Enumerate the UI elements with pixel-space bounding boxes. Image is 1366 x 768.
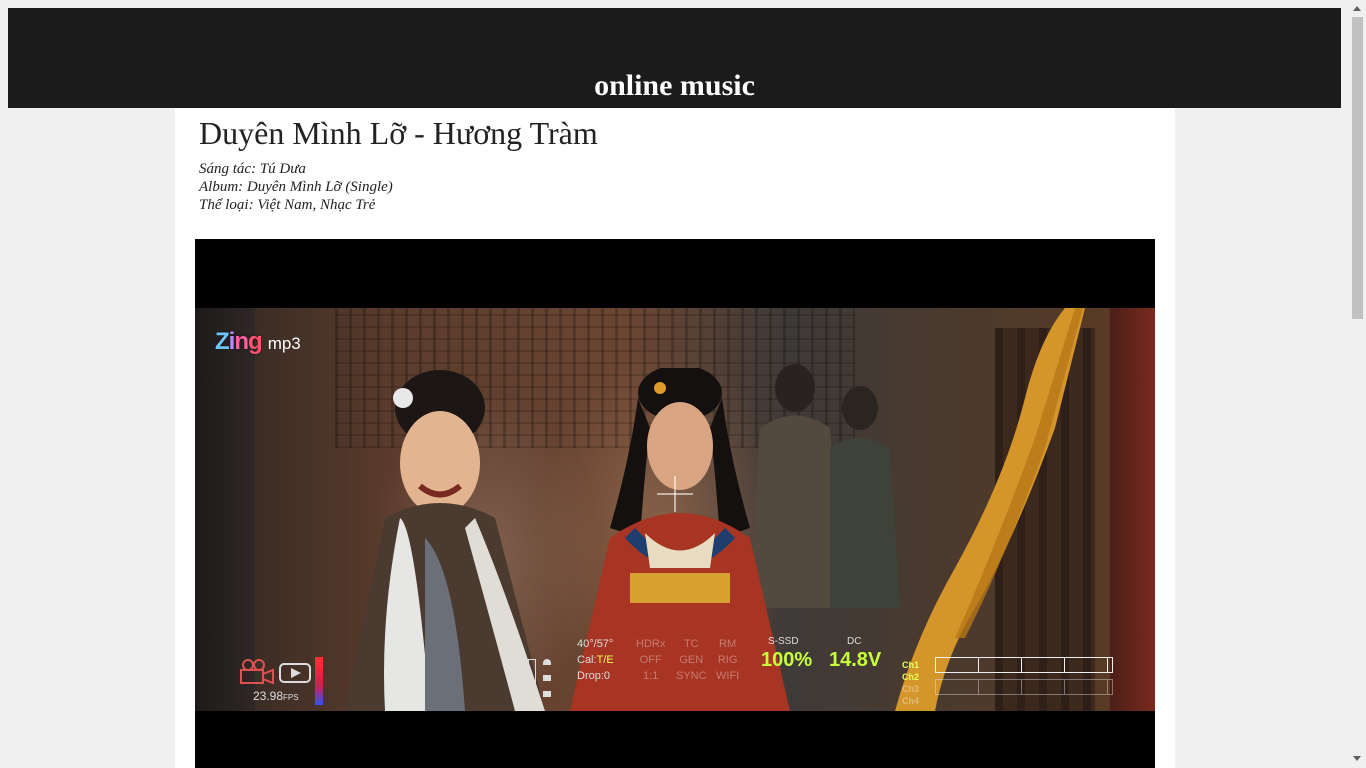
main-content: Duyên Mình Lỡ - Hương Tràm Sáng tác: Tú … — [175, 108, 1175, 768]
camera-hud-overlay: 23.98FPS 40°/57° Cal:T/E Drop:0 HDRx OFF… — [195, 636, 1155, 711]
song-title: Duyên Mình Lỡ - Hương Tràm — [199, 115, 598, 151]
hud-remote: RM RIG WIFI — [716, 638, 740, 682]
hud-storage-label: S-SSD — [768, 636, 799, 647]
hud-level-bar — [528, 659, 536, 707]
logo-brand: Zing — [215, 328, 263, 356]
audio-meter — [315, 657, 323, 705]
scroll-up-arrow-icon[interactable] — [1353, 6, 1361, 11]
logo-letter: n — [234, 328, 249, 355]
song-genre: Thể loại: Việt Nam, Nhạc Trẻ — [199, 197, 376, 213]
hud-timecode: TC GEN SYNC — [676, 638, 707, 682]
video-player[interactable]: Zing mp3 23.98FPS 40°/57° Cal:T/E Drop:0… — [195, 239, 1155, 768]
video-frame[interactable]: Zing mp3 23.98FPS 40°/57° Cal:T/E Drop:0… — [195, 308, 1155, 711]
crosshair-icon — [657, 476, 693, 512]
hud-fps: 23.98FPS — [253, 689, 299, 703]
play-mode-icon — [279, 663, 311, 683]
hud-audio-channels: Ch1 Ch2 Ch3 Ch4 — [902, 660, 920, 706]
video-camera-icon — [240, 659, 274, 685]
hud-camera-settings: 40°/57° Cal:T/E Drop:0 — [577, 638, 614, 682]
hud-power-value: 14.8V — [829, 649, 882, 671]
song-album: Album: Duyên Mình Lỡ (Single) — [199, 179, 393, 195]
song-composer: Sáng tác: Tú Dưa — [199, 161, 306, 177]
hud-power-label: DC — [847, 636, 862, 647]
site-title[interactable]: online music — [8, 66, 1341, 106]
song-meta: Sáng tác: Tú Dưa Album: Duyên Mình Lỡ (S… — [199, 160, 393, 214]
page-scrollbar[interactable] — [1349, 0, 1366, 768]
logo-suffix: mp3 — [267, 334, 301, 353]
hud-indicator-dots — [543, 659, 551, 705]
page: online music Duyên Mình Lỡ - Hương Tràm … — [0, 0, 1366, 768]
hud-storage-value: 100% — [761, 649, 813, 671]
zing-mp3-logo: Zing mp3 — [215, 328, 301, 356]
logo-letter: Z — [215, 328, 230, 355]
logo-letter: g — [248, 328, 263, 355]
scroll-down-arrow-icon[interactable] — [1353, 756, 1361, 761]
hud-audio-levels — [935, 657, 1113, 707]
scroll-thumb[interactable] — [1352, 17, 1363, 319]
hud-hdr: HDRx OFF 1:1 — [636, 638, 666, 682]
site-header: online music — [8, 8, 1341, 108]
